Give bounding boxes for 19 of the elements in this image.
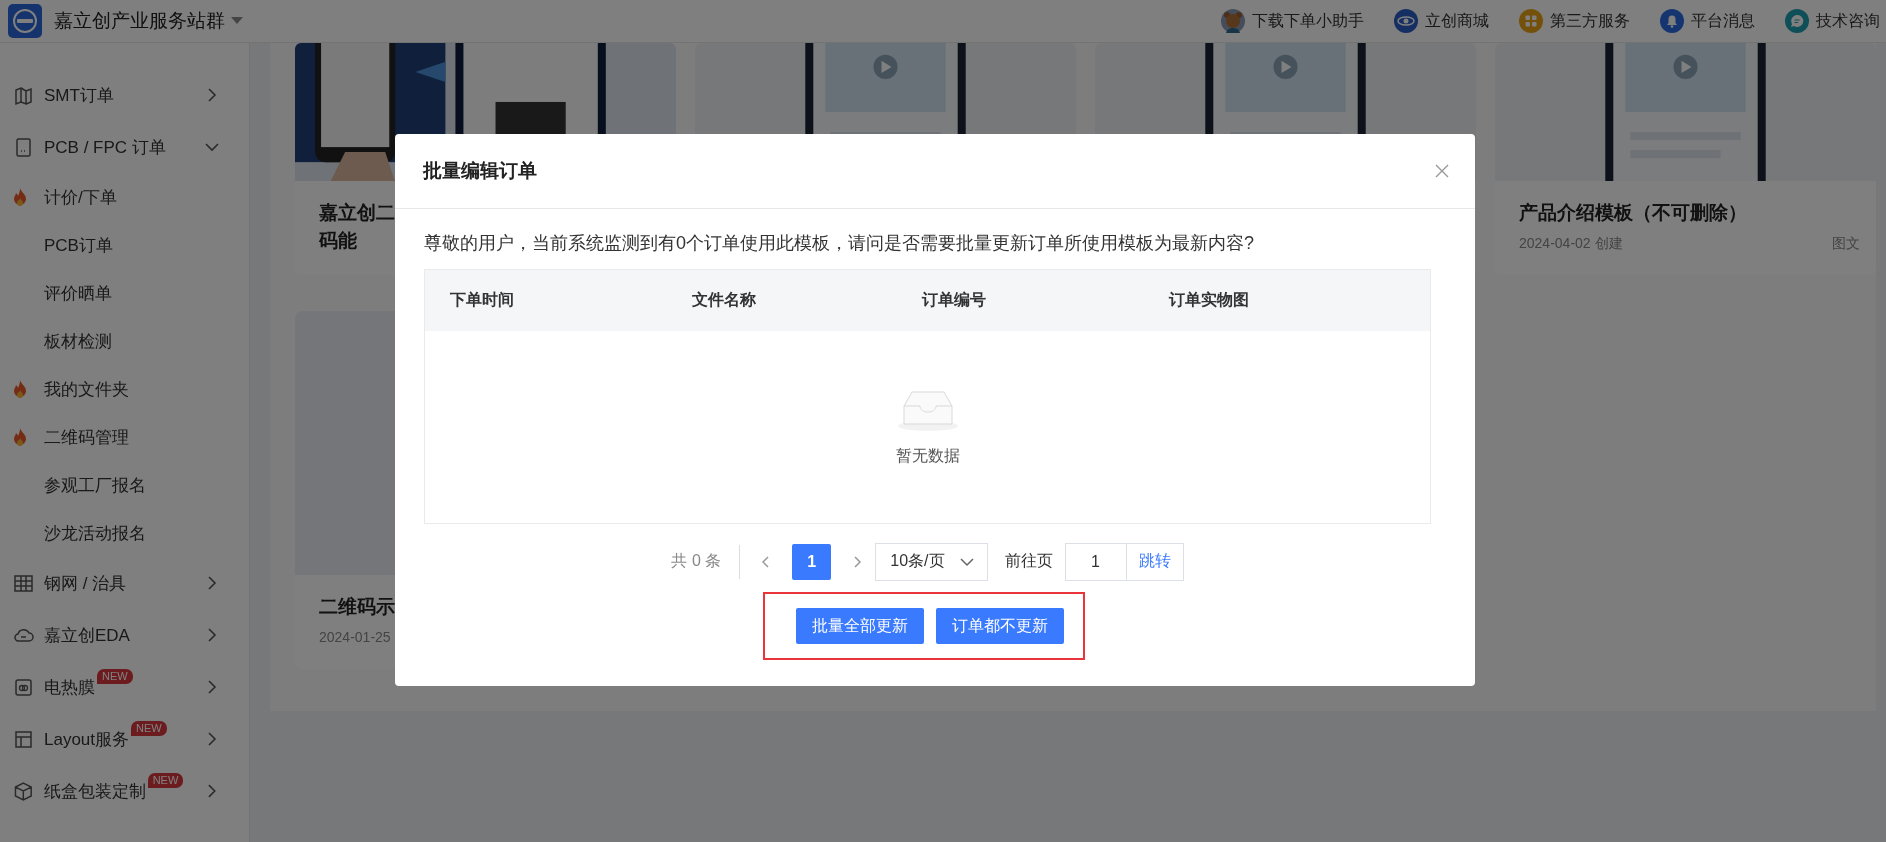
dialog-message: 尊敬的用户，当前系统监测到有0个订单使用此模板，请问是否需要批量更新订单所使用模板为最新内容?	[424, 232, 1256, 255]
column-header: 文件名称	[692, 290, 757, 310]
column-header: 下单时间	[450, 290, 515, 310]
column-header: 订单实物图	[1169, 290, 1250, 310]
empty-text: 暂无数据	[895, 445, 960, 466]
card-title: 嘉立创二	[319, 201, 395, 225]
new-badge: NEW	[131, 721, 167, 736]
total-count: 共 0 条	[671, 544, 741, 579]
card-title: 码能	[319, 229, 357, 253]
card-title: 产品介绍模板（不可删除）	[1519, 201, 1747, 225]
dialog-title: 批量编辑订单	[423, 159, 537, 183]
card-type: 图文	[1832, 235, 1860, 253]
new-badge: NEW	[147, 773, 184, 788]
card-date: 2024-04-02 创建	[1519, 235, 1623, 253]
card-title: 二维码示	[319, 595, 395, 619]
column-header: 订单编号	[922, 290, 987, 310]
card-date: 2024-01-25	[319, 629, 391, 645]
new-badge: NEW	[97, 669, 133, 684]
goto-label: 前往页	[1004, 551, 1053, 571]
